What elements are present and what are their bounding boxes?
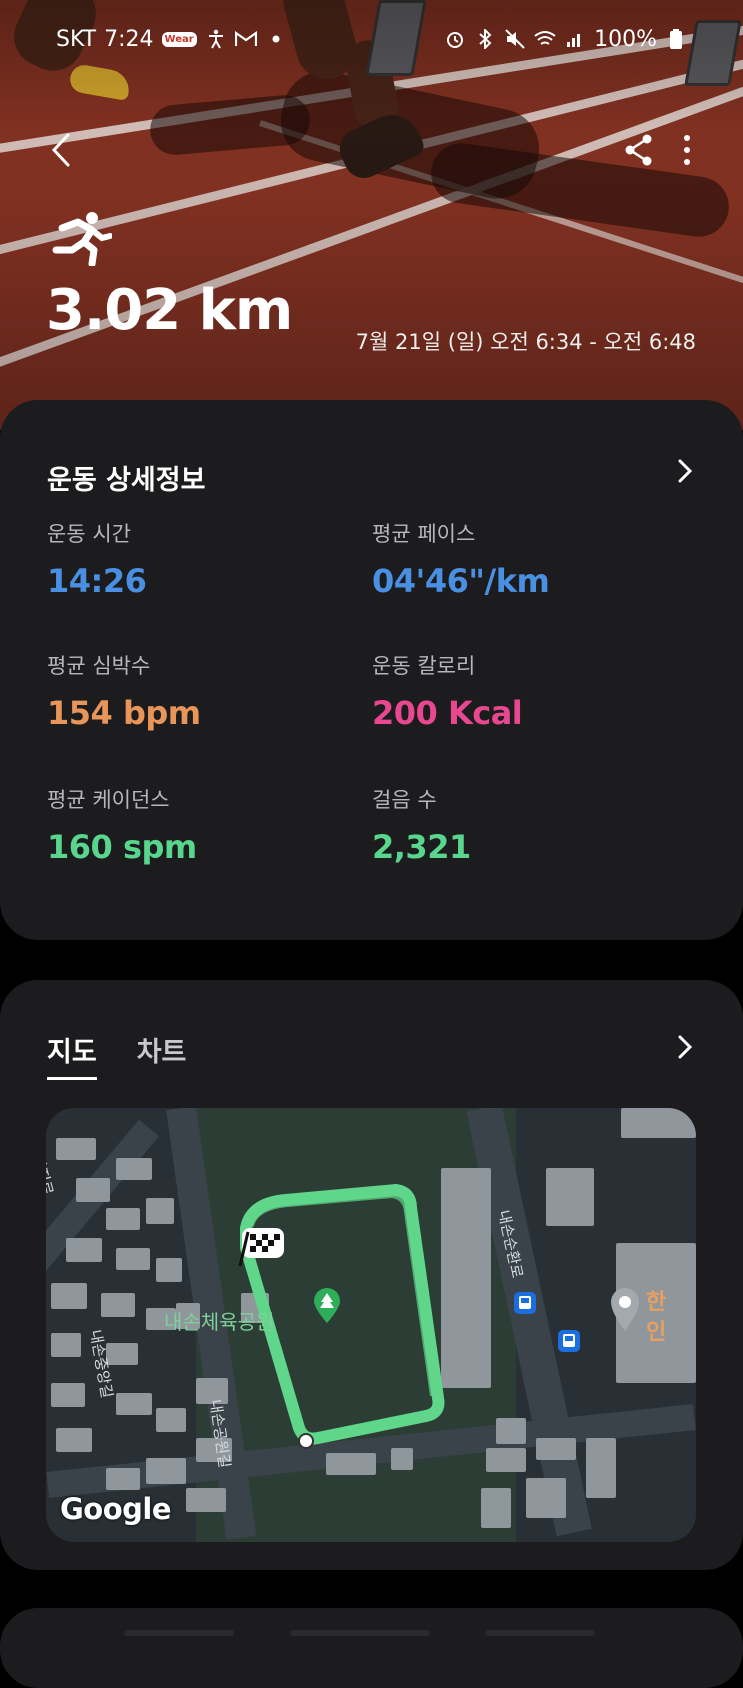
wear-app-icon: Wear [161, 31, 197, 47]
more-options-button[interactable] [675, 130, 699, 170]
workout-details-card: 운동 상세정보 운동 시간 14:26 평균 페이스 04'46"/km 평균 … [0, 400, 743, 940]
stat-value: 2,321 [372, 828, 471, 866]
map-chart-tabs: 지도 차트 [47, 1030, 186, 1080]
gmail-icon [234, 28, 257, 50]
share-icon [625, 134, 652, 166]
stat-label: 평균 심박수 [47, 654, 151, 678]
finish-flag-icon [238, 1228, 284, 1267]
notification-dot-icon [265, 28, 287, 50]
tab-chart[interactable]: 차트 [137, 1030, 187, 1080]
stat-avg-pace: 평균 페이스 04'46"/km [372, 518, 550, 600]
chevron-right-icon [678, 1035, 693, 1059]
bus-stop-icon [558, 1330, 580, 1352]
next-card-peek [0, 1608, 743, 1688]
map-edge-label: 한 [646, 1290, 667, 1315]
stat-value: 160 spm [47, 828, 197, 866]
park-pin-icon [314, 1288, 340, 1323]
stat-duration: 운동 시간 14:26 [47, 518, 147, 600]
wifi-icon [534, 28, 556, 50]
details-expand-button[interactable] [672, 458, 698, 484]
chevron-left-icon [51, 133, 70, 167]
stat-avg-cadence: 평균 케이던스 160 spm [47, 784, 197, 866]
clock: 7:24 [104, 26, 154, 52]
stat-value: 14:26 [47, 562, 147, 600]
stat-label: 운동 시간 [47, 522, 131, 546]
nav-handle-right[interactable] [485, 1630, 595, 1636]
total-distance: 3.02 km [46, 278, 293, 343]
bluetooth-icon [474, 28, 496, 50]
status-bar: SKT 7:24 Wear 100% [56, 22, 687, 56]
workout-date-range: 7월 21일 (일) 오전 6:34 - 오전 6:48 [355, 330, 696, 354]
running-icon [48, 210, 113, 268]
stat-value: 200 Kcal [372, 694, 523, 732]
stat-value: 154 bpm [47, 694, 201, 732]
back-button[interactable] [44, 130, 84, 170]
bus-stop-icon [514, 1292, 536, 1314]
map-chart-card: 지도 차트 내손체육공원 한 인 복지로 내손순환로 내손중앙길 내손공원길 G… [0, 980, 743, 1570]
battery-percent: 100% [594, 26, 657, 52]
nav-handle-left[interactable] [124, 1630, 234, 1636]
stat-label: 평균 페이스 [372, 522, 476, 546]
route-map[interactable]: 내손체육공원 한 인 복지로 내손순환로 내손중앙길 내손공원길 Google [46, 1108, 696, 1542]
details-title: 운동 상세정보 [47, 465, 206, 496]
chevron-right-icon [678, 459, 693, 483]
stat-label: 평균 케이던스 [47, 788, 170, 812]
accessibility-icon [205, 28, 227, 50]
top-action-bar [44, 130, 699, 170]
stat-label: 운동 칼로리 [372, 654, 476, 678]
map-expand-button[interactable] [672, 1034, 698, 1060]
carrier-label: SKT [56, 26, 97, 52]
stat-calories: 운동 칼로리 200 Kcal [372, 650, 523, 732]
tab-map[interactable]: 지도 [47, 1030, 97, 1080]
map-edge-label: 인 [646, 1320, 667, 1345]
mute-icon [504, 28, 526, 50]
park-label: 내손체육공원 [164, 1310, 275, 1334]
route-path [240, 1184, 445, 1445]
start-point-icon [298, 1433, 314, 1449]
battery-icon [665, 28, 687, 50]
alarm-icon [444, 28, 466, 50]
stat-value: 04'46"/km [372, 562, 550, 600]
more-vertical-icon [684, 135, 690, 165]
stat-steps: 걸음 수 2,321 [372, 784, 471, 866]
share-button[interactable] [619, 130, 659, 170]
google-logo: Google [60, 1492, 172, 1526]
location-pin-icon [611, 1288, 639, 1331]
nav-handle-center[interactable] [290, 1630, 430, 1636]
signal-icon [564, 28, 586, 50]
stat-avg-heart-rate: 평균 심박수 154 bpm [47, 650, 201, 732]
stat-label: 걸음 수 [372, 788, 437, 812]
